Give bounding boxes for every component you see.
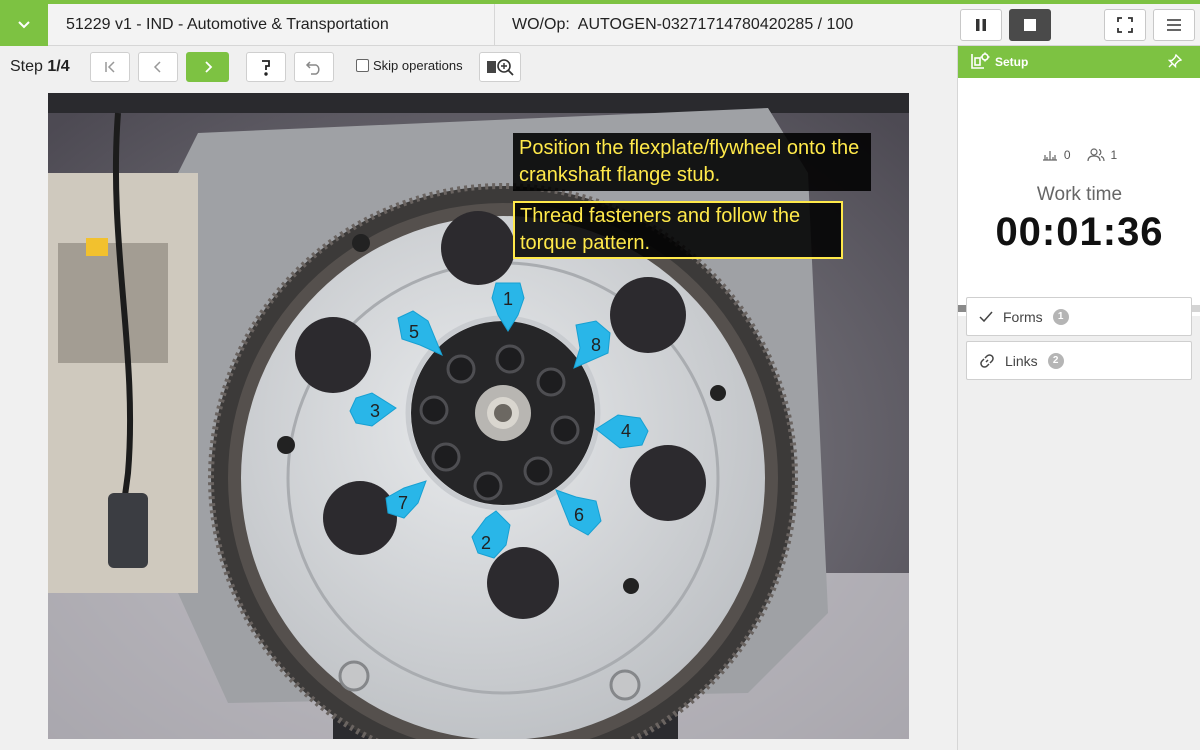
chevron-down-icon (18, 21, 30, 29)
forms-button[interactable]: Forms 1 (966, 297, 1192, 336)
fullscreen-button[interactable] (1104, 9, 1146, 41)
pause-button[interactable] (960, 9, 1002, 41)
pin-icon[interactable] (1168, 54, 1182, 68)
operator-count: 1 (1086, 148, 1118, 162)
step-indicator: Step 1/4 (10, 58, 70, 76)
links-count-badge: 2 (1047, 352, 1064, 369)
header-bar: 51229 v1 - IND - Automotive & Transporta… (0, 4, 1200, 46)
help-button[interactable] (246, 52, 286, 82)
first-step-button[interactable] (90, 52, 130, 82)
work-time-value: 00:01:36 (995, 210, 1164, 254)
links-label: Links (1005, 352, 1038, 369)
job-title: 51229 v1 - IND - Automotive & Transporta… (66, 16, 389, 33)
fullscreen-icon (1117, 17, 1133, 33)
zoom-button[interactable] (479, 52, 521, 82)
chevron-right-icon (204, 61, 212, 73)
pause-icon (976, 19, 986, 31)
step-current: 1/4 (47, 58, 70, 75)
undo-icon (305, 61, 320, 75)
hamburger-icon (1167, 19, 1181, 31)
setup-icon (971, 52, 990, 69)
torque-number-6: 6 (574, 505, 584, 525)
torque-number-4: 4 (621, 421, 631, 441)
chevron-left-icon (153, 61, 161, 73)
forms-label: Forms (1003, 308, 1043, 325)
step-toolbar: Step 1/4 Skip operations (0, 46, 957, 88)
zoom-in-icon (487, 59, 514, 76)
check-icon (979, 311, 993, 322)
stop-button[interactable] (1009, 9, 1051, 41)
work-time-label: Work time (1036, 184, 1123, 205)
header-divider (494, 4, 495, 46)
instruction-callout-1: Position the flexplate/flywheel onto the… (513, 133, 871, 191)
torque-number-1: 1 (503, 289, 513, 309)
torque-number-7: 7 (398, 493, 408, 513)
work-order-label: WO/Op: AUTOGEN-03271714780420285 / 100 (512, 16, 854, 33)
forms-count-badge: 1 (1052, 308, 1069, 325)
undo-button[interactable] (294, 52, 334, 82)
skip-operations-checkbox[interactable] (356, 59, 369, 72)
right-panel: Setup 0 1 Work time 00:01:36 Forms 1 Lin… (957, 46, 1200, 750)
station-icon (1042, 151, 1057, 161)
users-icon (1086, 148, 1105, 162)
counters: 0 1 (958, 148, 1200, 162)
instruction-callout-2: Thread fasteners and follow the torque p… (513, 201, 843, 259)
setup-header: Setup (958, 46, 1200, 78)
stop-icon (1024, 19, 1036, 31)
station-count: 0 (1042, 148, 1071, 162)
collapse-button[interactable] (0, 4, 48, 46)
link-icon (980, 353, 994, 368)
instruction-image: 1 2 3 4 5 6 7 8 Position the flexplate/f… (48, 93, 909, 739)
setup-label: Setup (995, 55, 1029, 69)
torque-number-8: 8 (591, 335, 601, 355)
next-step-button[interactable] (186, 52, 229, 82)
torque-number-5: 5 (409, 322, 419, 342)
step-prefix: Step (10, 58, 48, 75)
skip-operations-label: Skip operations (373, 58, 463, 73)
torque-number-3: 3 (370, 401, 380, 421)
skip-to-first-icon (105, 61, 115, 73)
operator-count-value: 1 (1110, 148, 1118, 162)
links-button[interactable]: Links 2 (966, 341, 1192, 380)
skip-operations-toggle[interactable]: Skip operations (356, 58, 463, 73)
timer-card: 0 1 Work time 00:01:36 (958, 78, 1200, 316)
previous-step-button[interactable] (138, 52, 178, 82)
torque-number-2: 2 (481, 533, 491, 553)
menu-button[interactable] (1153, 9, 1195, 41)
station-count-value: 0 (1063, 148, 1071, 162)
help-question-icon (262, 60, 270, 76)
